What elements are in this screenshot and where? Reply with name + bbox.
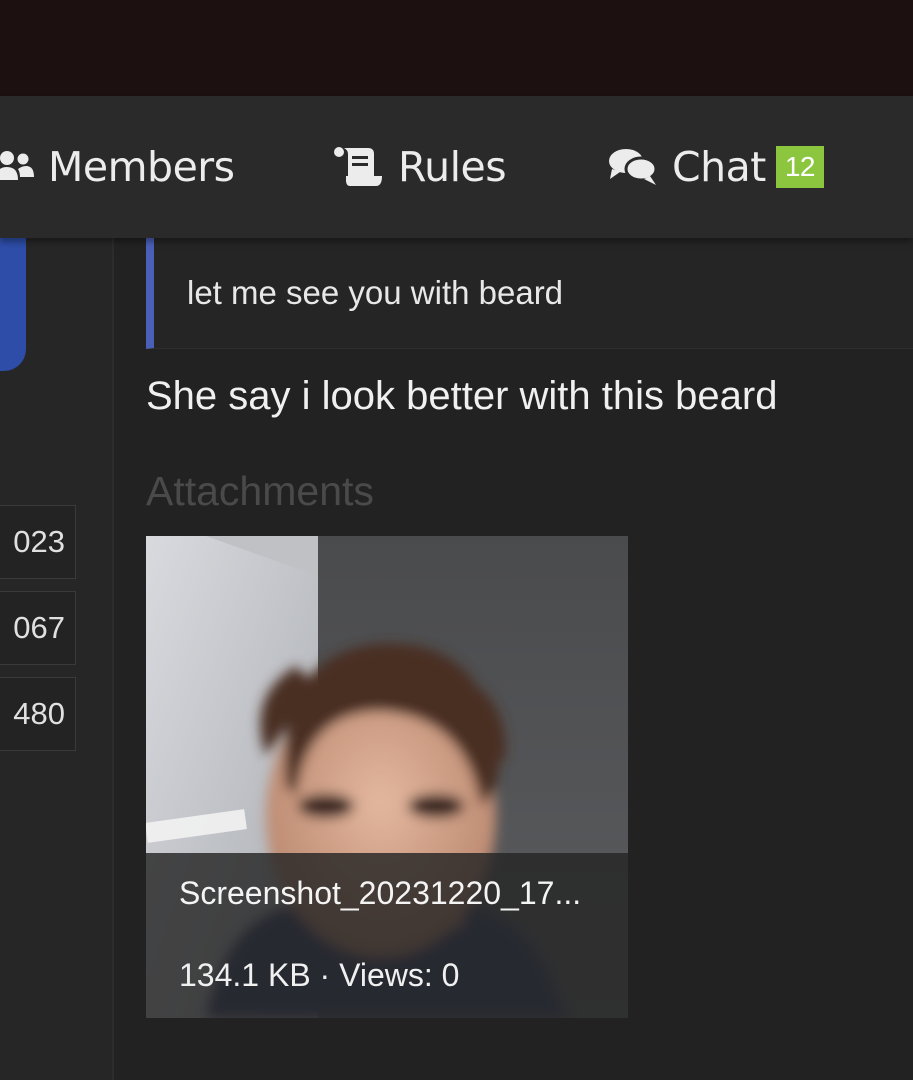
main-navigation: Members Rules Chat 12: [0, 96, 913, 238]
nav-chat[interactable]: Chat 12: [608, 96, 824, 238]
nav-rules[interactable]: Rules: [332, 96, 507, 238]
nav-members[interactable]: Members: [0, 96, 235, 238]
user-stat-points: 480: [0, 677, 76, 751]
scroll-icon: [332, 146, 384, 188]
user-stat-messages: 023: [0, 505, 76, 579]
meta-separator: ·: [319, 957, 331, 993]
attachment-views: Views: 0: [339, 957, 460, 993]
users-icon: [0, 150, 34, 184]
top-header-bar: [0, 0, 913, 96]
user-sidebar: 023 067 480: [0, 238, 114, 1080]
attachment-info: Screenshot_20231220_17... 134.1 KB · Vie…: [146, 853, 628, 1018]
quote-block: let me see you with beard: [146, 238, 913, 349]
attachment-size: 134.1 KB: [179, 957, 311, 993]
attachment-filename[interactable]: Screenshot_20231220_17...: [179, 875, 581, 912]
attachments-heading: Attachments: [146, 468, 374, 514]
nav-rules-label: Rules: [398, 143, 507, 191]
attachment-thumbnail[interactable]: Screenshot_20231220_17... 134.1 KB · Vie…: [146, 536, 628, 1018]
nav-chat-label: Chat: [672, 143, 766, 191]
user-banner: [0, 238, 26, 371]
nav-members-label: Members: [48, 143, 235, 191]
user-stat-reactions: 067: [0, 591, 76, 665]
quote-text: let me see you with beard: [187, 274, 564, 311]
attachment-meta: 134.1 KB · Views: 0: [179, 957, 459, 994]
chat-count-badge: 12: [775, 146, 824, 188]
message-text: She say i look better with this beard: [146, 374, 778, 418]
comments-icon: [608, 147, 658, 187]
post-body: let me see you with beard She say i look…: [114, 238, 913, 1080]
